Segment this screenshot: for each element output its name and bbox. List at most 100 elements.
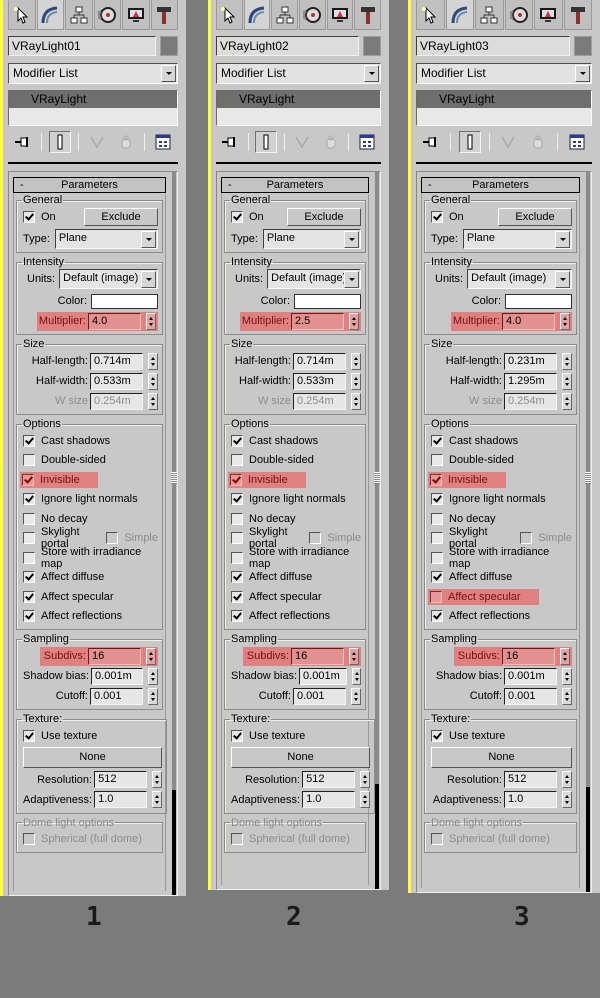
adaptiveness-spinner[interactable] bbox=[562, 791, 572, 808]
object-color-swatch[interactable] bbox=[160, 36, 178, 56]
option-checkbox[interactable] bbox=[431, 551, 443, 564]
texture-map-button[interactable]: None bbox=[431, 746, 572, 768]
units-select[interactable]: Default (image) bbox=[267, 269, 361, 289]
tab-modify[interactable] bbox=[243, 0, 271, 30]
option-checkbox[interactable] bbox=[431, 532, 443, 545]
option-checkbox[interactable] bbox=[230, 473, 242, 486]
light-color-swatch[interactable] bbox=[294, 293, 361, 309]
multiplier-input[interactable]: 4.0 bbox=[88, 312, 141, 330]
tab-display[interactable] bbox=[326, 0, 354, 30]
option-checkbox[interactable] bbox=[231, 551, 243, 564]
chevron-down-icon[interactable] bbox=[555, 271, 570, 288]
texture-map-button[interactable]: None bbox=[231, 746, 371, 768]
subdivs-spinner[interactable] bbox=[560, 647, 570, 665]
modifier-list-dropdown[interactable]: Modifier List bbox=[216, 63, 381, 84]
option-checkbox[interactable] bbox=[23, 551, 35, 564]
option-checkbox[interactable] bbox=[231, 493, 243, 506]
tab-motion[interactable] bbox=[504, 0, 533, 30]
option-checkbox[interactable] bbox=[23, 532, 35, 545]
chevron-down-icon[interactable] bbox=[141, 231, 156, 248]
units-select[interactable]: Default (image) bbox=[467, 269, 572, 289]
make-unique-button[interactable] bbox=[86, 131, 108, 153]
option-checkbox[interactable] bbox=[23, 610, 35, 623]
option-checkbox[interactable] bbox=[431, 610, 443, 623]
pin-stack-button[interactable] bbox=[219, 131, 241, 153]
subdivs-spinner[interactable] bbox=[146, 647, 156, 665]
pin-stack-button[interactable] bbox=[420, 131, 442, 153]
stack-item-vraylight[interactable]: VRayLight bbox=[417, 91, 591, 108]
subdivs-spinner[interactable] bbox=[349, 647, 359, 665]
option-checkbox[interactable] bbox=[231, 434, 243, 447]
half-width-input[interactable]: 0.533m bbox=[293, 372, 346, 390]
tab-motion[interactable] bbox=[299, 0, 326, 30]
scrollbar-thumb[interactable] bbox=[586, 787, 590, 892]
multiplier-spinner[interactable] bbox=[146, 312, 156, 330]
use-texture-checkbox[interactable] bbox=[231, 729, 243, 742]
subdivs-input[interactable]: 16 bbox=[88, 647, 141, 665]
object-name-field[interactable]: VRayLight01 bbox=[8, 36, 156, 56]
option-checkbox[interactable] bbox=[23, 434, 35, 447]
multiplier-spinner[interactable] bbox=[349, 312, 359, 330]
object-color-swatch[interactable] bbox=[574, 36, 592, 56]
cutoff-input[interactable]: 0.001 bbox=[504, 687, 557, 705]
on-checkbox[interactable] bbox=[231, 211, 243, 223]
half-length-input[interactable]: 0.714m bbox=[90, 352, 143, 370]
half-length-spinner[interactable] bbox=[562, 352, 572, 370]
half-length-spinner[interactable] bbox=[148, 352, 158, 370]
stack-item-vraylight[interactable]: VRayLight bbox=[9, 91, 177, 108]
option-checkbox[interactable] bbox=[23, 454, 35, 467]
use-texture-checkbox[interactable] bbox=[431, 729, 443, 742]
resolution-spinner[interactable] bbox=[152, 771, 163, 788]
option-checkbox[interactable] bbox=[431, 434, 443, 447]
stack-item-vraylight[interactable]: VRayLight bbox=[217, 91, 380, 108]
half-width-spinner[interactable] bbox=[562, 372, 572, 390]
subdivs-input[interactable]: 16 bbox=[291, 647, 344, 665]
option-checkbox[interactable] bbox=[431, 512, 443, 525]
units-select[interactable]: Default (image) bbox=[59, 269, 158, 289]
scrollbar[interactable] bbox=[375, 172, 379, 889]
chevron-down-icon[interactable] bbox=[364, 65, 379, 82]
parameters-rollout-header[interactable]: - Parameters bbox=[221, 177, 369, 193]
chevron-down-icon[interactable] bbox=[141, 271, 156, 288]
half-width-spinner[interactable] bbox=[351, 372, 361, 390]
resolution-spinner[interactable] bbox=[562, 771, 572, 788]
adaptiveness-spinner[interactable] bbox=[152, 791, 163, 808]
panel-resize-grip[interactable] bbox=[585, 472, 591, 484]
multiplier-input[interactable]: 2.5 bbox=[291, 312, 344, 330]
half-width-input[interactable]: 1.295m bbox=[504, 372, 557, 390]
light-color-swatch[interactable] bbox=[505, 293, 572, 309]
shadow-bias-spinner[interactable] bbox=[562, 667, 572, 685]
option-checkbox[interactable] bbox=[430, 473, 442, 486]
half-length-input[interactable]: 0.714m bbox=[293, 352, 346, 370]
scrollbar[interactable] bbox=[172, 172, 176, 895]
show-end-result-button[interactable] bbox=[48, 131, 71, 153]
light-color-swatch[interactable] bbox=[91, 293, 158, 309]
pin-stack-button[interactable] bbox=[12, 131, 34, 153]
shadow-bias-spinner[interactable] bbox=[148, 667, 158, 685]
option-checkbox[interactable] bbox=[23, 571, 35, 584]
tab-create[interactable] bbox=[216, 0, 243, 30]
show-end-result-button[interactable] bbox=[458, 131, 481, 153]
half-width-spinner[interactable] bbox=[148, 372, 158, 390]
tab-display[interactable] bbox=[122, 0, 150, 30]
remove-modifier-button[interactable] bbox=[320, 131, 342, 153]
shadow-bias-input[interactable]: 0.001m bbox=[299, 667, 347, 685]
chevron-down-icon[interactable] bbox=[344, 231, 359, 248]
option-checkbox[interactable] bbox=[431, 571, 443, 584]
option-checkbox[interactable] bbox=[231, 512, 243, 525]
parameters-rollout-header[interactable]: - Parameters bbox=[421, 177, 580, 193]
cutoff-spinner[interactable] bbox=[148, 687, 158, 705]
adaptiveness-input[interactable]: 1.0 bbox=[94, 791, 148, 808]
shadow-bias-input[interactable]: 0.001m bbox=[504, 667, 557, 685]
multiplier-spinner[interactable] bbox=[560, 312, 570, 330]
tab-hierarchy[interactable] bbox=[271, 0, 299, 30]
tab-create[interactable] bbox=[8, 0, 36, 30]
modifier-list-dropdown[interactable]: Modifier List bbox=[416, 63, 592, 84]
scrollbar[interactable] bbox=[586, 172, 590, 892]
tab-modify[interactable] bbox=[36, 0, 64, 30]
option-checkbox[interactable] bbox=[431, 454, 443, 467]
exclude-button[interactable]: Exclude bbox=[287, 208, 361, 226]
option-checkbox[interactable] bbox=[23, 590, 35, 603]
resolution-input[interactable]: 512 bbox=[504, 771, 557, 788]
on-checkbox[interactable] bbox=[23, 211, 35, 223]
